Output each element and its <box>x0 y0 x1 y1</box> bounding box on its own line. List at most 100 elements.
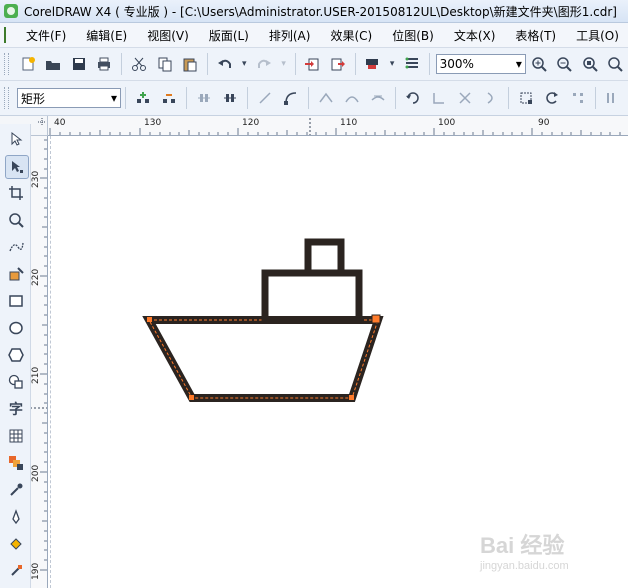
hull-node-top-left <box>147 317 152 322</box>
eyedropper-tool-icon[interactable] <box>5 479 27 501</box>
cut-icon[interactable] <box>128 53 150 75</box>
smooth-node-icon[interactable] <box>341 87 363 109</box>
redo-icon[interactable] <box>253 53 275 75</box>
smart-fill-tool-icon[interactable] <box>5 263 27 285</box>
undo-icon[interactable] <box>214 53 236 75</box>
zoom-tool-icon[interactable] <box>5 209 27 231</box>
toolbar-separator <box>247 87 248 109</box>
zoom-in-icon[interactable] <box>528 53 550 75</box>
application-launcher-icon[interactable] <box>362 53 384 75</box>
toolbar-separator <box>595 87 596 109</box>
extract-subpath-icon[interactable] <box>454 87 476 109</box>
stretch-scale-nodes-icon[interactable] <box>515 87 537 109</box>
text-tool-icon[interactable]: 字 <box>5 398 27 420</box>
crop-tool-icon[interactable] <box>5 182 27 204</box>
toolbar-separator <box>206 53 208 75</box>
import-icon[interactable] <box>302 53 324 75</box>
elastic-mode-icon[interactable] <box>602 87 624 109</box>
cusp-node-icon[interactable] <box>315 87 337 109</box>
boat-drawing <box>142 238 384 402</box>
toolbar-separator <box>508 87 509 109</box>
paste-icon[interactable] <box>179 53 201 75</box>
align-nodes-icon[interactable] <box>567 87 589 109</box>
polygon-tool-icon[interactable] <box>5 344 27 366</box>
property-bar: 矩形 ▾ <box>0 81 628 116</box>
pick-tool-icon[interactable] <box>5 128 27 150</box>
table-tool-icon[interactable] <box>5 425 27 447</box>
toolbar-separator <box>395 87 396 109</box>
zoom-level-select[interactable]: 300% ▾ <box>435 54 526 74</box>
delete-node-icon[interactable] <box>158 87 180 109</box>
undo-dropdown-icon[interactable]: ▾ <box>239 53 249 75</box>
fill-tool-icon[interactable] <box>5 533 27 555</box>
h-ruler-ticks <box>49 118 621 135</box>
zoom-dropdown-icon[interactable]: ▾ <box>516 57 522 71</box>
zoom-level-value: 300% <box>439 57 474 71</box>
menu-text[interactable]: 文本(X) <box>444 27 506 44</box>
basic-shapes-tool-icon[interactable] <box>5 371 27 393</box>
menu-tools[interactable]: 工具(O) <box>566 27 628 44</box>
shape-tool-icon[interactable] <box>5 155 29 179</box>
welcome-screen-icon[interactable] <box>401 53 423 75</box>
open-folder-icon[interactable] <box>43 53 65 75</box>
convert-to-curve-icon[interactable] <box>280 87 302 109</box>
toolbar-grip[interactable] <box>4 87 9 109</box>
horizontal-ruler[interactable]: 40 130 120 110 100 90 <box>48 116 628 136</box>
auto-close-icon[interactable] <box>480 87 502 109</box>
menu-bitmaps[interactable]: 位图(B) <box>382 27 444 44</box>
interactive-fill-tool-icon[interactable] <box>5 560 27 582</box>
break-curve-icon[interactable] <box>219 87 241 109</box>
menu-edit[interactable]: 编辑(E) <box>76 27 137 44</box>
drawing-canvas[interactable]: Bai 经验 jingyan.baidu.com <box>48 136 628 588</box>
watermark-url-text: jingyan.baidu.com <box>480 560 569 572</box>
toolbar-separator <box>428 53 430 75</box>
toolbar-separator <box>354 53 356 75</box>
zoom-to-selection-icon[interactable] <box>579 53 601 75</box>
boat-hull-shape <box>142 316 384 402</box>
zoom-out-icon[interactable] <box>553 53 575 75</box>
save-icon[interactable] <box>68 53 90 75</box>
menu-layout[interactable]: 版面(L) <box>199 27 259 44</box>
vertical-ruler[interactable]: 230 220 210 200 190 <box>30 136 48 588</box>
export-icon[interactable] <box>327 53 349 75</box>
object-type-dropdown-icon[interactable]: ▾ <box>111 91 117 105</box>
interactive-blend-tool-icon[interactable] <box>5 452 27 474</box>
copy-icon[interactable] <box>154 53 176 75</box>
launcher-dropdown-icon[interactable]: ▾ <box>387 53 397 75</box>
join-nodes-icon[interactable] <box>193 87 215 109</box>
object-type-value: 矩形 <box>21 91 46 106</box>
menu-file[interactable]: 文件(F) <box>16 27 76 44</box>
extend-curve-icon[interactable] <box>428 87 450 109</box>
freehand-tool-icon[interactable] <box>5 236 27 258</box>
boat-cabin-shape <box>261 269 363 324</box>
ellipse-tool-icon[interactable] <box>5 317 27 339</box>
menu-effects[interactable]: 效果(C) <box>320 27 382 44</box>
document-icon[interactable] <box>4 27 6 43</box>
object-type-select[interactable]: 矩形 ▾ <box>17 88 121 108</box>
title-bar: CorelDRAW X4 ( 专业版 ) - [C:\Users\Adminis… <box>0 0 628 23</box>
redo-dropdown-icon[interactable]: ▾ <box>279 53 289 75</box>
menu-arrange[interactable]: 排列(A) <box>259 27 321 44</box>
rotate-skew-nodes-icon[interactable] <box>541 87 563 109</box>
add-node-icon[interactable] <box>132 87 154 109</box>
coreldraw-logo-icon <box>4 4 18 18</box>
reverse-direction-icon[interactable] <box>402 87 424 109</box>
new-document-icon[interactable] <box>17 53 39 75</box>
symmetric-node-icon[interactable] <box>367 87 389 109</box>
toolbar-grip[interactable] <box>4 53 9 75</box>
rectangle-tool-icon[interactable] <box>5 290 27 312</box>
zoom-to-page-icon[interactable] <box>605 53 627 75</box>
baidu-watermark: Bai 经验 jingyan.baidu.com <box>480 528 569 572</box>
outline-tool-icon[interactable] <box>5 506 27 528</box>
toolbar-separator <box>125 87 126 109</box>
print-icon[interactable] <box>94 53 116 75</box>
window-title: CorelDRAW X4 ( 专业版 ) - [C:\Users\Adminis… <box>24 4 617 19</box>
menu-view[interactable]: 视图(V) <box>137 27 199 44</box>
v-ruler-ticks <box>30 139 47 571</box>
toolbar-separator <box>294 53 296 75</box>
boat-chimney-shape <box>304 238 345 277</box>
hull-node-bottom-right <box>349 395 354 400</box>
toolbox: 字 <box>0 124 31 588</box>
convert-to-line-icon[interactable] <box>254 87 276 109</box>
menu-table[interactable]: 表格(T) <box>505 27 566 44</box>
